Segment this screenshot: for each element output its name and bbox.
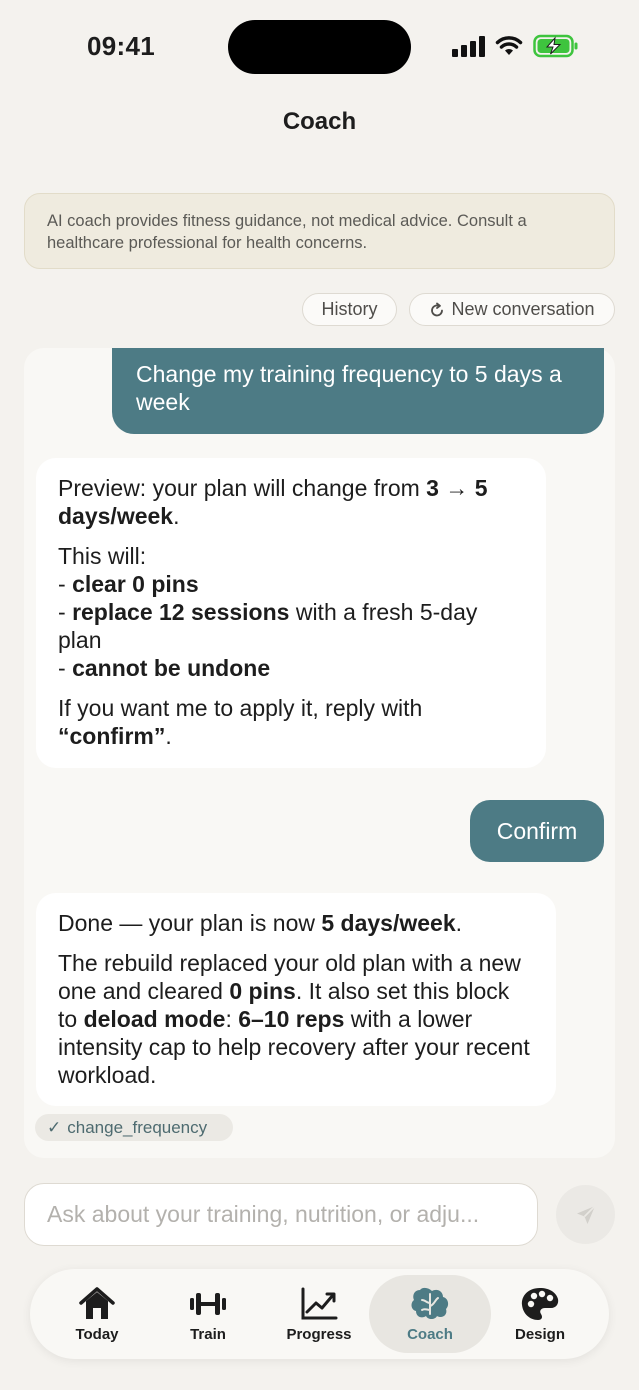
battery-charging-icon	[533, 34, 578, 58]
history-button[interactable]: History	[302, 293, 397, 326]
house-icon	[79, 1286, 115, 1319]
tab-label: Design	[514, 1325, 565, 1343]
tab-bar: Today Train Progress Coach Design	[30, 1269, 609, 1359]
coach-message: Done — your plan is now 5 days/week. The…	[36, 893, 556, 1106]
status-bar: 09:41	[0, 0, 639, 96]
status-time: 09:41	[87, 31, 155, 61]
tab-coach[interactable]: Coach	[369, 1275, 491, 1353]
coach-message-paragraph: Done — your plan is now 5 days/week.	[58, 910, 463, 936]
coach-message-paragraph: Preview: your plan will change from 3 → …	[58, 475, 488, 529]
user-message: Change my training frequency to 5 days a…	[112, 348, 604, 434]
coach-message: Preview: your plan will change from 3 → …	[36, 458, 546, 768]
cellular-signal-icon	[452, 35, 485, 57]
tab-label: Train	[190, 1325, 226, 1343]
tab-label: Today	[75, 1325, 119, 1343]
wifi-icon	[495, 36, 523, 55]
send-button[interactable]	[556, 1185, 615, 1244]
user-message: Confirm	[470, 800, 604, 862]
chat-input[interactable]	[24, 1183, 538, 1246]
refresh-icon	[431, 302, 444, 316]
status-icons	[452, 34, 579, 58]
tab-label: Coach	[407, 1325, 453, 1343]
page-title: Coach	[282, 108, 357, 135]
send-icon	[576, 1204, 596, 1224]
new-conversation-button[interactable]: New conversation	[409, 293, 615, 326]
chat-thread[interactable]: Change my training frequency to 5 days a…	[24, 348, 615, 1158]
dynamic-island	[228, 20, 411, 74]
tab-design[interactable]: Design	[485, 1275, 595, 1353]
brain-icon	[411, 1287, 449, 1319]
palette-icon	[521, 1287, 559, 1320]
dumbbell-icon	[190, 1292, 226, 1315]
disclaimer-banner: AI coach provides fitness guidance, not …	[24, 193, 615, 269]
chart-icon	[301, 1287, 338, 1319]
check-icon: ✓	[47, 1117, 62, 1137]
coach-message-paragraph: The rebuild replaced your old plan with …	[58, 950, 530, 1088]
history-label: History	[321, 299, 378, 319]
coach-message-paragraph: This will: - clear 0 pins - replace 12 s…	[58, 543, 478, 681]
tool-call-name: change_frequency	[67, 1117, 208, 1137]
tab-progress[interactable]: Progress	[264, 1275, 374, 1353]
tool-call-badge: ✓ change_frequency	[35, 1114, 233, 1141]
coach-message-paragraph: If you want me to apply it, reply with “…	[58, 695, 423, 749]
tab-label: Progress	[286, 1325, 352, 1343]
tab-train[interactable]: Train	[153, 1275, 263, 1353]
tab-today[interactable]: Today	[42, 1275, 152, 1353]
new-conversation-label: New conversation	[451, 299, 595, 319]
